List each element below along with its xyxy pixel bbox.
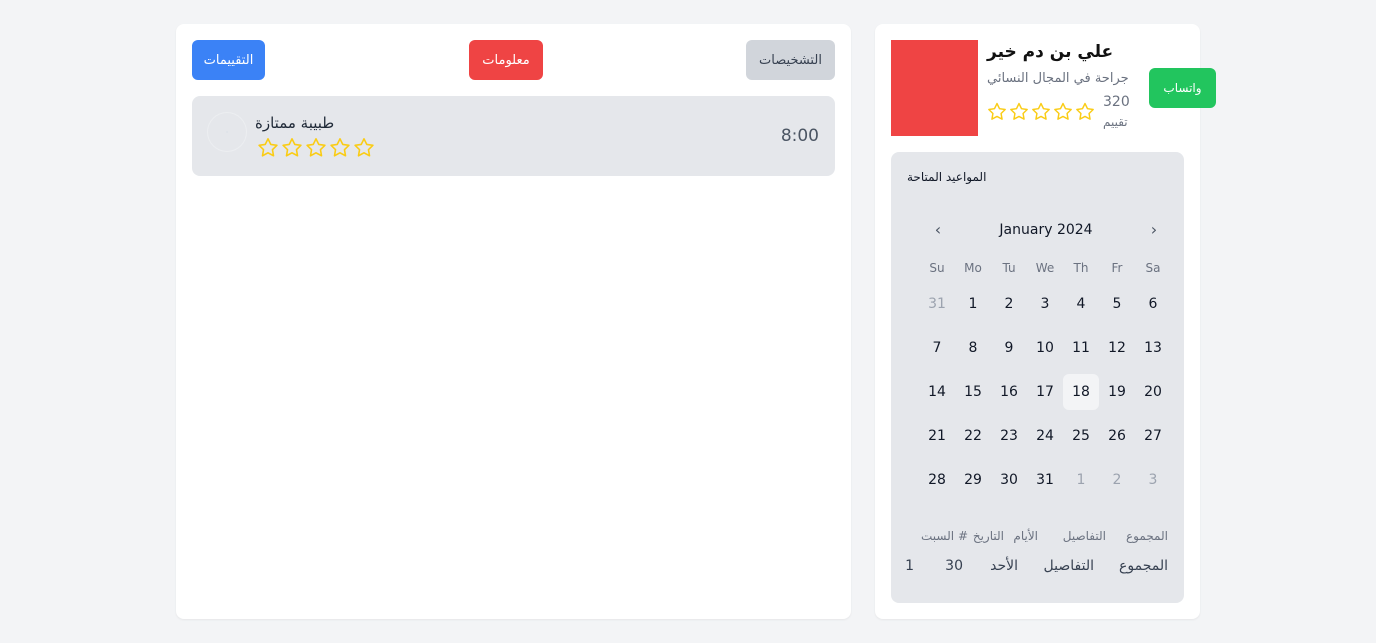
calendar-day[interactable]: 19 xyxy=(1099,374,1135,410)
star-icon xyxy=(1054,102,1072,120)
table-cell: المجموع xyxy=(1119,558,1168,574)
review-text: طبيبة ممتازة xyxy=(255,114,335,132)
doctor-specialty: جراحة في المجال النسائي xyxy=(987,71,1129,86)
calendar-day[interactable]: 20 xyxy=(1135,374,1171,410)
calendar-day[interactable]: 14 xyxy=(919,374,955,410)
calendar-day[interactable]: 11 xyxy=(1063,330,1099,366)
star-icon xyxy=(988,102,1006,120)
calendar-day[interactable]: 31 xyxy=(919,286,955,322)
table-header-cell: الأيام xyxy=(1013,529,1038,543)
table-header-cell: التفاصيل xyxy=(1062,529,1106,543)
appointments-title: المواعيد المتاحة xyxy=(907,170,987,184)
calendar-day[interactable]: 23 xyxy=(991,418,1027,454)
calendar-day[interactable]: 18 xyxy=(1063,374,1099,410)
review-time: 8:00 xyxy=(780,126,819,146)
rating-count: 320 xyxy=(1103,94,1130,110)
star-icon xyxy=(330,138,350,157)
chevron-left-icon[interactable]: ‹ xyxy=(927,218,949,240)
calendar-day[interactable]: 27 xyxy=(1135,418,1171,454)
table-cell: التفاصيل xyxy=(1043,558,1094,574)
calendar-day[interactable]: 5 xyxy=(1099,286,1135,322)
doctor-panel: علي بن دم خير جراحة في المجال النسائي 32… xyxy=(875,24,1216,619)
doctor-rating xyxy=(986,101,1096,123)
whatsapp-button[interactable]: واتساب xyxy=(1149,68,1216,108)
calendar-day[interactable]: 15 xyxy=(955,374,991,410)
reviews-panel: التقييمات معلومات التشخيصات · طبيبة ممتا… xyxy=(176,24,851,619)
review-item: · طبيبة ممتازة 8:00 xyxy=(192,96,835,176)
calendar-day[interactable]: 3 xyxy=(1027,286,1063,322)
calendar-day[interactable]: 16 xyxy=(991,374,1027,410)
calendar-day[interactable]: 29 xyxy=(955,462,991,498)
weekday-label: Th xyxy=(1073,261,1089,275)
star-icon xyxy=(354,138,374,157)
doctor-name: علي بن دم خير xyxy=(987,42,1114,62)
star-icon xyxy=(1032,102,1050,120)
calendar-day[interactable]: 25 xyxy=(1063,418,1099,454)
appointments-section: المواعيد المتاحة ‹ January 2024 › Su Mo Tu… xyxy=(891,152,1184,603)
star-icon xyxy=(258,138,278,157)
calendar-day[interactable]: 9 xyxy=(991,330,1027,366)
calendar-day[interactable]: 26 xyxy=(1099,418,1135,454)
calendar-day[interactable]: 28 xyxy=(919,462,955,498)
reviewer-avatar: · xyxy=(207,112,247,152)
calendar-day[interactable]: 30 xyxy=(991,462,1027,498)
rating-label: تقييم xyxy=(1103,115,1128,129)
calendar-day[interactable]: 3 xyxy=(1135,462,1171,498)
table-header-cell: المجموع xyxy=(1126,529,1168,543)
weekday-label: Tu xyxy=(1002,261,1016,275)
doctor-photo xyxy=(891,40,978,136)
reviews-tab-button[interactable]: التقييمات xyxy=(192,40,265,80)
calendar-day[interactable]: 21 xyxy=(919,418,955,454)
weekday-label: Mo xyxy=(964,261,982,275)
diagnoses-tab-button[interactable]: التشخيصات xyxy=(746,40,835,80)
calendar-day[interactable]: 2 xyxy=(1099,462,1135,498)
info-tab-button[interactable]: معلومات xyxy=(469,40,543,80)
calendar-day[interactable]: 10 xyxy=(1027,330,1063,366)
calendar-day[interactable]: 1 xyxy=(1063,462,1099,498)
calendar-day[interactable]: 6 xyxy=(1135,286,1171,322)
calendar-day[interactable]: 12 xyxy=(1099,330,1135,366)
calendar-day[interactable]: 17 xyxy=(1027,374,1063,410)
star-icon xyxy=(1010,102,1028,120)
weekday-label: Fr xyxy=(1111,261,1123,275)
calendar-day[interactable]: 22 xyxy=(955,418,991,454)
calendar-day[interactable]: 24 xyxy=(1027,418,1063,454)
calendar-day[interactable]: 31 xyxy=(1027,462,1063,498)
calendar-day[interactable]: 4 xyxy=(1063,286,1099,322)
calendar-day[interactable]: 13 xyxy=(1135,330,1171,366)
table-header-cell: السبت # xyxy=(921,529,968,543)
table-cell: 30 xyxy=(945,558,963,574)
calendar-day[interactable]: 8 xyxy=(955,330,991,366)
table-cell: 1 xyxy=(905,558,914,574)
calendar-day[interactable]: 7 xyxy=(919,330,955,366)
star-icon xyxy=(306,138,326,157)
table-cell: الأحد xyxy=(990,558,1018,574)
calendar-day[interactable]: 1 xyxy=(955,286,991,322)
chevron-right-icon[interactable]: › xyxy=(1143,218,1165,240)
table-header-cell: التاريخ xyxy=(972,529,1004,543)
star-icon xyxy=(282,138,302,157)
weekday-label: We xyxy=(1035,261,1055,275)
calendar-day[interactable]: 2 xyxy=(991,286,1027,322)
weekday-label: Su xyxy=(929,261,945,275)
star-icon xyxy=(1076,102,1094,120)
calendar-month-label: January 2024 xyxy=(999,222,1093,238)
weekday-label: Sa xyxy=(1145,261,1161,275)
review-rating xyxy=(256,136,376,160)
